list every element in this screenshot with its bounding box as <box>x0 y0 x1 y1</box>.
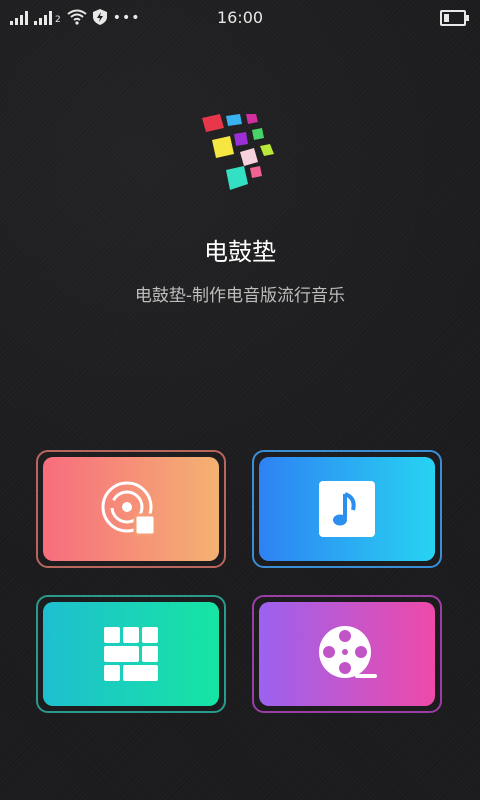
logo-cell <box>226 166 248 190</box>
film-reel-icon <box>319 626 377 678</box>
logo-cell <box>252 128 264 140</box>
logo-cell <box>250 166 262 178</box>
logo-cell <box>260 144 274 156</box>
logo-cell <box>246 114 258 124</box>
tile-record-button[interactable] <box>36 450 226 568</box>
logo-cell <box>212 136 234 158</box>
app-logo <box>202 114 274 190</box>
tile-video-button[interactable] <box>252 595 442 713</box>
tile-pad-face <box>43 602 219 706</box>
logo-cell <box>240 148 258 166</box>
battery-level <box>444 14 449 22</box>
logo-cell <box>234 132 248 146</box>
logo-cell <box>202 114 224 132</box>
tile-video-face <box>259 602 435 706</box>
status-time: 16:00 <box>216 8 264 27</box>
tile-pad-button[interactable] <box>36 595 226 713</box>
music-note-icon <box>319 481 375 537</box>
tile-music-face <box>259 457 435 561</box>
tile-record-face <box>43 457 219 561</box>
tile-music-button[interactable] <box>252 450 442 568</box>
app-title: 电鼓垫 <box>204 238 276 266</box>
battery-icon <box>440 10 469 26</box>
logo-cell <box>226 114 242 126</box>
disc-record-icon <box>101 481 157 537</box>
grid-pad-icon <box>104 627 158 681</box>
status-bar: 2 ••• 16:00 <box>0 0 480 34</box>
app-subtitle: 电鼓垫-制作电音版流行音乐 <box>134 286 346 306</box>
